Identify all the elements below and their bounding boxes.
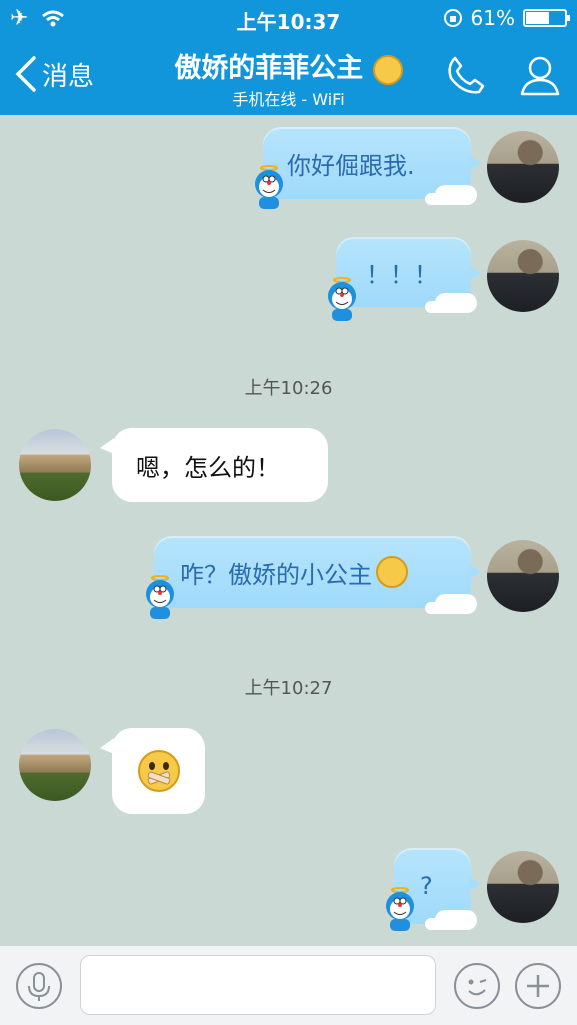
- message-bubble-outgoing[interactable]: 你好倔跟我.: [263, 127, 481, 205]
- phone-icon[interactable]: [443, 52, 489, 98]
- relieved-face-icon: [376, 556, 408, 588]
- my-avatar[interactable]: [487, 131, 559, 203]
- cloud-decoration: [435, 293, 477, 313]
- doraemon-icon: [386, 887, 414, 931]
- voice-button[interactable]: [16, 963, 62, 1009]
- shush-face-emoji: [137, 750, 180, 792]
- wink-face-icon: [468, 979, 487, 996]
- my-avatar[interactable]: [487, 851, 559, 923]
- emoji-button[interactable]: [454, 963, 500, 1009]
- message-input[interactable]: [80, 955, 436, 1015]
- chat-header: 消息 傲娇的菲菲公主 手机在线 - WiFi: [0, 38, 577, 115]
- cloud-decoration: [435, 910, 477, 930]
- message-timestamp: 上午10:27: [244, 678, 333, 699]
- battery-percent: 61%: [470, 6, 515, 30]
- add-button[interactable]: [515, 963, 561, 1009]
- input-bar: [0, 945, 577, 1025]
- my-avatar[interactable]: [487, 240, 559, 312]
- rotation-lock-icon: [443, 9, 462, 27]
- message-bubble-incoming[interactable]: [100, 728, 205, 814]
- message-bubble-outgoing[interactable]: 咋？傲娇的小公主: [154, 536, 481, 614]
- person-icon[interactable]: [517, 52, 563, 98]
- doraemon-icon: [146, 575, 174, 619]
- cloud-decoration: [435, 594, 477, 614]
- status-right-icons: 61%: [443, 6, 570, 30]
- plus-icon: [527, 975, 549, 997]
- battery-level: [526, 12, 549, 24]
- contact-name[interactable]: 傲娇的菲菲公主: [0, 46, 577, 85]
- status-bar: ✈ 上午10:37 61%: [0, 0, 577, 38]
- presence-status: 手机在线 - WiFi: [232, 90, 345, 109]
- microphone-icon: [28, 972, 50, 1001]
- message-timestamp: 上午10:26: [244, 378, 333, 399]
- doraemon-icon: [255, 165, 283, 209]
- battery-icon: [523, 9, 570, 27]
- angry-face-icon: [372, 54, 403, 85]
- doraemon-icon: [328, 277, 356, 321]
- contact-avatar[interactable]: [19, 429, 91, 501]
- my-avatar[interactable]: [487, 540, 559, 612]
- cloud-decoration: [435, 185, 477, 205]
- contact-avatar[interactable]: [19, 729, 91, 801]
- message-bubble-incoming[interactable]: 嗯，怎么的！: [100, 428, 328, 502]
